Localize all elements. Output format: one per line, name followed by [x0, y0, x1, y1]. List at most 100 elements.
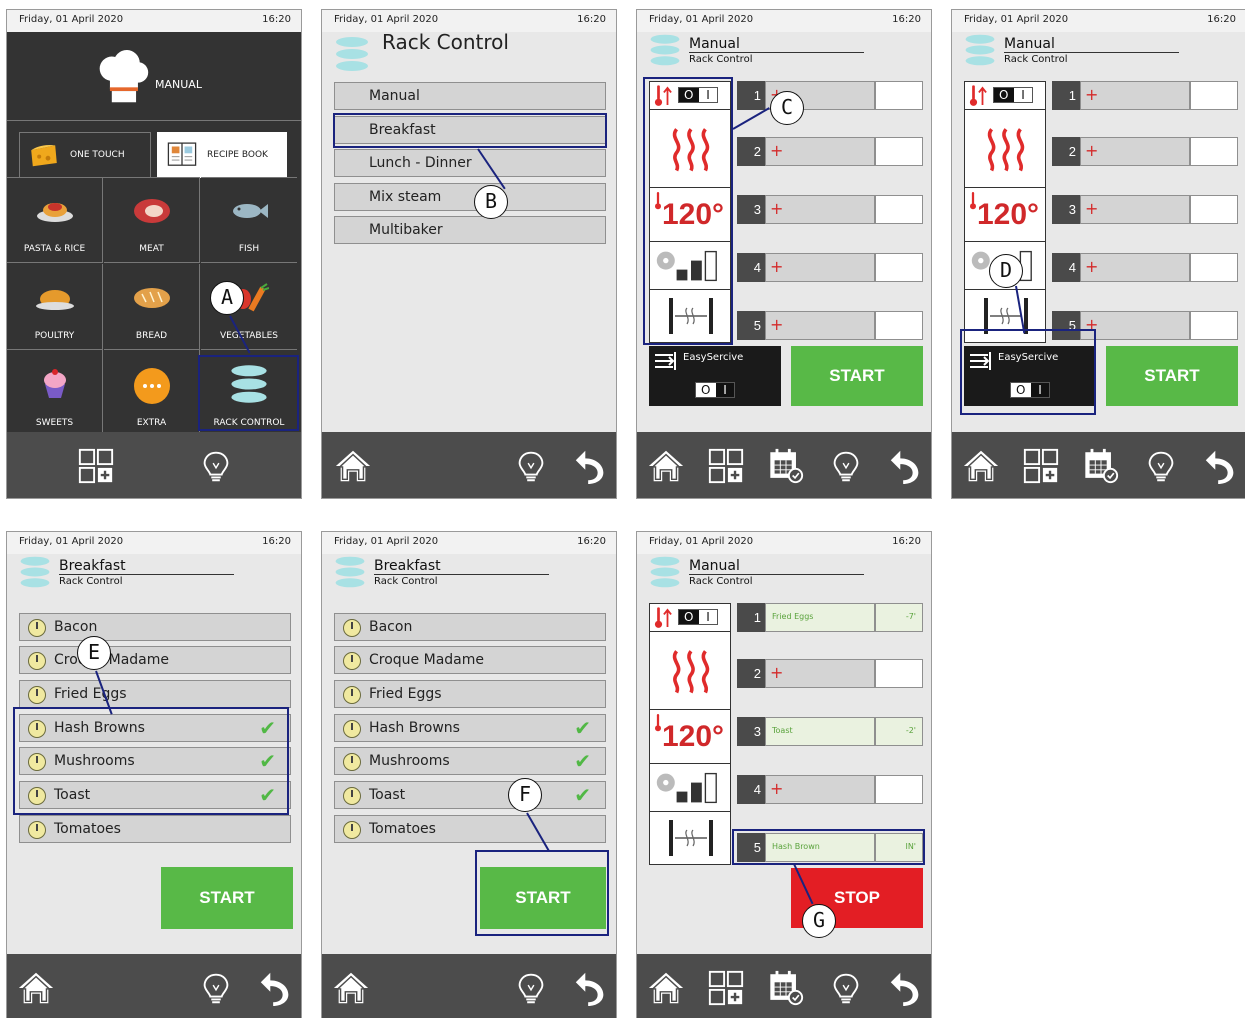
add-icon[interactable]: + [770, 662, 783, 684]
tile-poultry[interactable]: POULTRY [7, 264, 103, 350]
back-icon[interactable] [572, 447, 610, 485]
temperature-setting[interactable]: 120° [650, 710, 730, 764]
calendar-check-icon[interactable] [767, 969, 805, 1007]
add-icon[interactable]: + [770, 256, 783, 278]
rack-row-4[interactable]: 4 + [737, 253, 923, 282]
rack-timer-box[interactable] [875, 253, 923, 282]
grid-add-icon[interactable] [77, 447, 115, 485]
home-icon[interactable] [332, 969, 370, 1007]
rack-timer-box[interactable] [875, 311, 923, 340]
calendar-check-icon[interactable] [767, 447, 805, 485]
mode-label[interactable]: MANUAL [155, 78, 202, 91]
add-icon[interactable]: + [770, 314, 783, 336]
lightbulb-icon[interactable] [512, 447, 550, 485]
recipe-item-hash-browns[interactable]: Hash Browns ✔ [334, 714, 606, 742]
rack-row-5[interactable]: 5 + [737, 311, 923, 340]
tile-fish[interactable]: FISH [201, 177, 297, 263]
recipe-item-croque-madame[interactable]: Croque Madame [19, 646, 291, 674]
rack-food-slot[interactable]: Toast [765, 717, 875, 746]
home-icon[interactable] [962, 447, 1000, 485]
menu-item-mix-steam[interactable]: Mix steam [334, 183, 606, 211]
heat-mode[interactable] [650, 632, 730, 710]
rack-food-slot[interactable]: + [765, 253, 875, 282]
tile-sweets[interactable]: SWEETS [7, 350, 103, 436]
lightbulb-icon[interactable] [197, 447, 235, 485]
fan-speed[interactable] [650, 764, 730, 812]
add-icon[interactable]: + [1085, 84, 1098, 106]
rack-row-4[interactable]: 4 + [737, 775, 923, 804]
grid-add-icon[interactable] [1022, 447, 1060, 485]
menu-item-lunch-dinner[interactable]: Lunch - Dinner [334, 149, 606, 177]
grid-add-icon[interactable] [707, 969, 745, 1007]
back-icon[interactable] [1202, 447, 1240, 485]
tile-meat[interactable]: MEAT [104, 177, 200, 263]
rack-food-slot[interactable]: + [1080, 81, 1190, 110]
back-icon[interactable] [887, 969, 925, 1007]
rack-row-1[interactable]: 1 Fried Eggs -7' [737, 603, 923, 632]
rack-food-slot[interactable]: Fried Eggs [765, 603, 875, 632]
start-button[interactable]: START [791, 346, 923, 406]
add-icon[interactable]: + [1085, 140, 1098, 162]
rack-food-slot[interactable]: + [1080, 195, 1190, 224]
home-icon[interactable] [17, 969, 55, 1007]
steam-control[interactable] [650, 812, 730, 864]
rack-food-slot[interactable]: + [1080, 137, 1190, 166]
recipe-item-fried-eggs[interactable]: Fried Eggs [334, 680, 606, 708]
easyservice-panel[interactable]: EasySercive OI [649, 346, 781, 406]
tile-bread[interactable]: BREAD [104, 264, 200, 350]
lightbulb-icon[interactable] [197, 969, 235, 1007]
lightbulb-icon[interactable] [827, 447, 865, 485]
preheat-toggle[interactable]: O I [965, 82, 1045, 110]
rack-timer-box[interactable] [1190, 311, 1238, 340]
home-icon[interactable] [647, 447, 685, 485]
rack-food-slot[interactable]: + [765, 659, 875, 688]
lightbulb-icon[interactable] [827, 969, 865, 1007]
menu-item-multibaker[interactable]: Multibaker [334, 216, 606, 244]
temperature-setting[interactable]: 120° [965, 188, 1045, 242]
rack-timer-box[interactable]: -7' [875, 603, 923, 632]
rack-timer-box[interactable] [875, 775, 923, 804]
menu-item-manual[interactable]: Manual [334, 82, 606, 110]
recipe-item-fried-eggs[interactable]: Fried Eggs [19, 680, 291, 708]
recipe-item-tomatoes[interactable]: Tomatoes [19, 815, 291, 843]
rack-timer-box[interactable] [875, 81, 923, 110]
recipe-item-tomatoes[interactable]: Tomatoes [334, 815, 606, 843]
heat-mode[interactable] [965, 110, 1045, 188]
rack-food-slot[interactable]: + [765, 311, 875, 340]
on-off-toggle[interactable]: O I [678, 609, 718, 625]
rack-row-3[interactable]: 3 + [1052, 195, 1238, 224]
rack-food-slot[interactable]: + [1080, 311, 1190, 340]
rack-timer-box[interactable] [1190, 195, 1238, 224]
home-icon[interactable] [334, 447, 372, 485]
add-icon[interactable]: + [1085, 198, 1098, 220]
rack-timer-box[interactable] [875, 195, 923, 224]
recipe-item-bacon[interactable]: Bacon [334, 613, 606, 641]
rack-row-4[interactable]: 4 + [1052, 253, 1238, 282]
rack-row-2[interactable]: 2 + [737, 137, 923, 166]
back-icon[interactable] [887, 447, 925, 485]
add-icon[interactable]: + [1085, 256, 1098, 278]
tab-recipe-book[interactable]: RECIPE BOOK [157, 132, 287, 178]
rack-row-1[interactable]: 1+ [1052, 81, 1238, 110]
rack-row-2[interactable]: 2 + [1052, 137, 1238, 166]
rack-row-1[interactable]: 1+ [737, 81, 923, 110]
recipe-item-toast[interactable]: Toast ✔ [334, 781, 606, 809]
rack-food-slot[interactable]: + [765, 195, 875, 224]
back-icon[interactable] [257, 969, 295, 1007]
easyservice-toggle[interactable]: OI [695, 382, 735, 398]
add-icon[interactable]: + [770, 140, 783, 162]
add-icon[interactable]: + [770, 198, 783, 220]
rack-timer-box[interactable] [875, 659, 923, 688]
rack-row-3[interactable]: 3 + [737, 195, 923, 224]
start-button[interactable]: START [1106, 346, 1238, 406]
rack-row-3[interactable]: 3 Toast -2' [737, 717, 923, 746]
rack-timer-box[interactable]: -2' [875, 717, 923, 746]
recipe-item-croque-madame[interactable]: Croque Madame [334, 646, 606, 674]
recipe-item-mushrooms[interactable]: Mushrooms ✔ [334, 747, 606, 775]
grid-add-icon[interactable] [707, 447, 745, 485]
rack-food-slot[interactable]: + [765, 137, 875, 166]
rack-timer-box[interactable] [1190, 81, 1238, 110]
calendar-check-icon[interactable] [1082, 447, 1120, 485]
recipe-item-bacon[interactable]: Bacon [19, 613, 291, 641]
back-icon[interactable] [572, 969, 610, 1007]
